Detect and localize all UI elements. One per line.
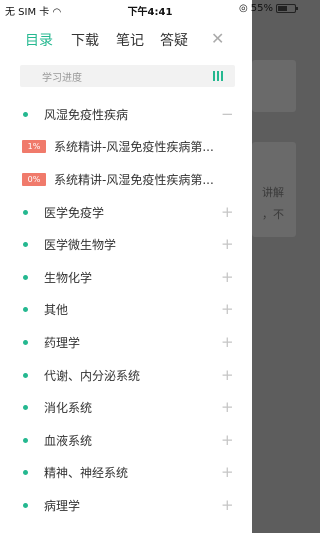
background-text-2: ，不 [262, 208, 284, 221]
bullet-dot-icon [23, 111, 28, 117]
chapter-item[interactable]: 消化系统 + [0, 391, 252, 424]
tab-download[interactable]: 下载 [71, 30, 99, 50]
lesson-item[interactable]: 1% 系统精讲-风湿免疫性疾病第... [0, 131, 252, 164]
expand-plus-icon[interactable]: + [221, 497, 234, 513]
chapter-item[interactable]: 精神、神经系统 + [0, 457, 252, 490]
chapter-label: 其他 [44, 303, 69, 318]
progress-badge: 0% [22, 172, 46, 186]
chapter-item[interactable]: 代谢、内分泌系统 + [0, 359, 252, 392]
bullet-dot-icon [23, 274, 28, 280]
bullet-dot-icon [23, 437, 28, 443]
chapter-item[interactable]: 药理学 + [0, 326, 252, 359]
bullet-dot-icon [23, 307, 28, 313]
status-right: ◎ 55% [239, 3, 298, 14]
tab-notes[interactable]: 笔记 [116, 30, 144, 50]
lesson-label: 系统精讲-风湿免疫性疾病第... [54, 140, 214, 155]
expand-plus-icon[interactable]: + [221, 269, 234, 285]
bullet-dot-icon [23, 339, 28, 345]
chapter-label: 代谢、内分泌系统 [44, 368, 141, 383]
chapter-item[interactable]: 风湿免疫性疾病 − [0, 98, 252, 131]
battery-percent: 55% [250, 3, 273, 14]
collapse-minus-icon[interactable]: − [221, 106, 234, 122]
tab-bar: 目录 下载 笔记 答疑 ✕ [0, 29, 252, 54]
chapter-label: 精神、神经系统 [44, 466, 129, 481]
chapter-item[interactable]: 血液系统 + [0, 424, 252, 457]
battery-icon [276, 4, 298, 13]
expand-plus-icon[interactable]: + [221, 465, 234, 480]
bullet-dot-icon [23, 242, 28, 248]
background-card-1 [252, 60, 296, 112]
chapter-label: 生物化学 [44, 270, 93, 285]
chapter-item[interactable]: 病理学 + [0, 489, 252, 522]
status-bar: 无 SIM 卡 ◠ 下午4:41 ◎ 55% [0, 0, 300, 18]
expand-plus-icon[interactable]: + [221, 400, 234, 415]
chapter-label: 医学微生物学 [44, 238, 117, 253]
expand-plus-icon[interactable]: + [221, 334, 234, 350]
chapter-label: 病理学 [44, 498, 81, 513]
study-progress-label: 学习进度 [42, 73, 82, 84]
background-text-1: 讲解 [262, 186, 284, 199]
chapter-item[interactable]: 生物化学 + [0, 261, 252, 294]
tab-catalog[interactable]: 目录 [25, 30, 53, 50]
catalog-drawer: 目录 下载 笔记 答疑 ✕ 学习进度 风湿免疫性疾病 − 1% 系统精讲-风湿免疫性疾… [0, 0, 252, 533]
lesson-label: 系统精讲-风湿免疫性疾病第... [54, 172, 214, 187]
study-progress-bar[interactable]: 学习进度 [20, 65, 235, 87]
expand-plus-icon[interactable]: + [221, 367, 234, 383]
bullet-dot-icon [23, 470, 28, 476]
chapter-label: 消化系统 [44, 401, 93, 416]
expand-plus-icon[interactable]: + [221, 432, 234, 448]
chapter-label: 风湿免疫性疾病 [44, 107, 129, 122]
bullet-dot-icon [23, 405, 28, 411]
progress-badge: 1% [22, 140, 46, 154]
bullet-dot-icon [23, 372, 28, 378]
expand-plus-icon[interactable]: + [221, 302, 234, 317]
chapter-label: 医学免疫学 [44, 205, 105, 220]
expand-plus-icon[interactable]: + [221, 204, 234, 220]
lesson-item[interactable]: 0% 系统精讲-风湿免疫性疾病第... [0, 163, 252, 196]
bars-icon[interactable] [213, 71, 223, 81]
chapter-item[interactable]: 其他 + [0, 294, 252, 327]
bullet-dot-icon [23, 209, 28, 215]
lock-rotation-icon: ◎ [239, 3, 248, 14]
tab-qa[interactable]: 答疑 [160, 30, 188, 50]
chapter-list: 风湿免疫性疾病 − 1% 系统精讲-风湿免疫性疾病第... 0% 系统精讲-风湿免疫性疾病… [0, 98, 252, 522]
chapter-item[interactable]: 医学微生物学 + [0, 228, 252, 261]
chapter-label: 血液系统 [44, 433, 93, 448]
bullet-dot-icon [23, 502, 28, 508]
close-icon[interactable]: ✕ [211, 29, 224, 48]
chapter-label: 药理学 [44, 335, 81, 350]
chapter-item[interactable]: 医学免疫学 + [0, 196, 252, 229]
expand-plus-icon[interactable]: + [221, 237, 234, 252]
